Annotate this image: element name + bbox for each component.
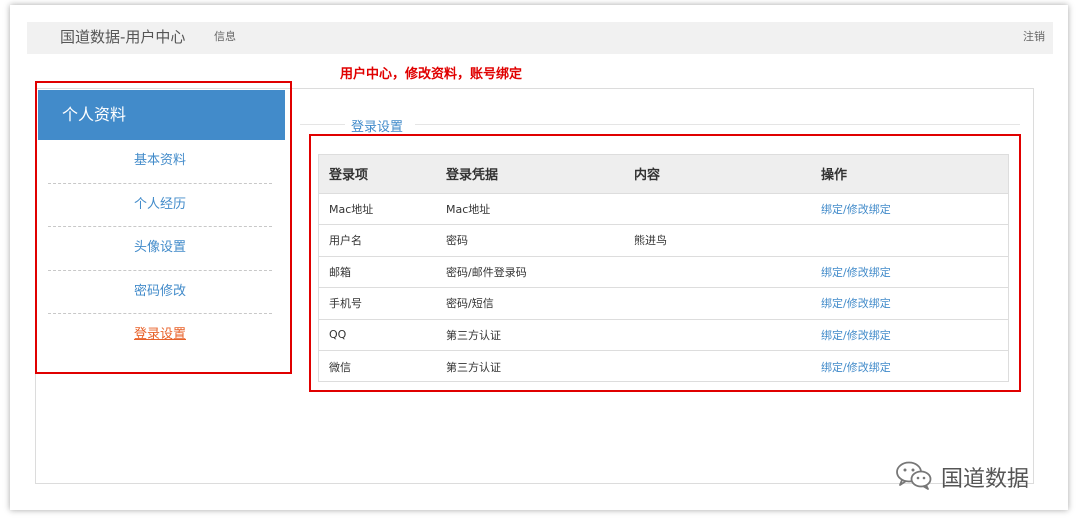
highlight-box-table [309, 134, 1021, 392]
wechat-icon [895, 460, 933, 494]
highlight-box-sidebar [35, 81, 292, 374]
brand-title[interactable]: 国道数据-用户中心 [60, 26, 185, 47]
watermark-text: 国道数据 [941, 467, 1030, 492]
top-navbar: 国道数据-用户中心 信息 注销 [27, 22, 1053, 54]
logout-link[interactable]: 注销 [1023, 28, 1045, 44]
section-title: 登录设置 [351, 120, 404, 135]
nav-info-link[interactable]: 信息 [214, 28, 236, 44]
watermark: 国道数据 [895, 460, 1029, 494]
annotation-caption: 用户中心，修改资料，账号绑定 [340, 67, 523, 82]
